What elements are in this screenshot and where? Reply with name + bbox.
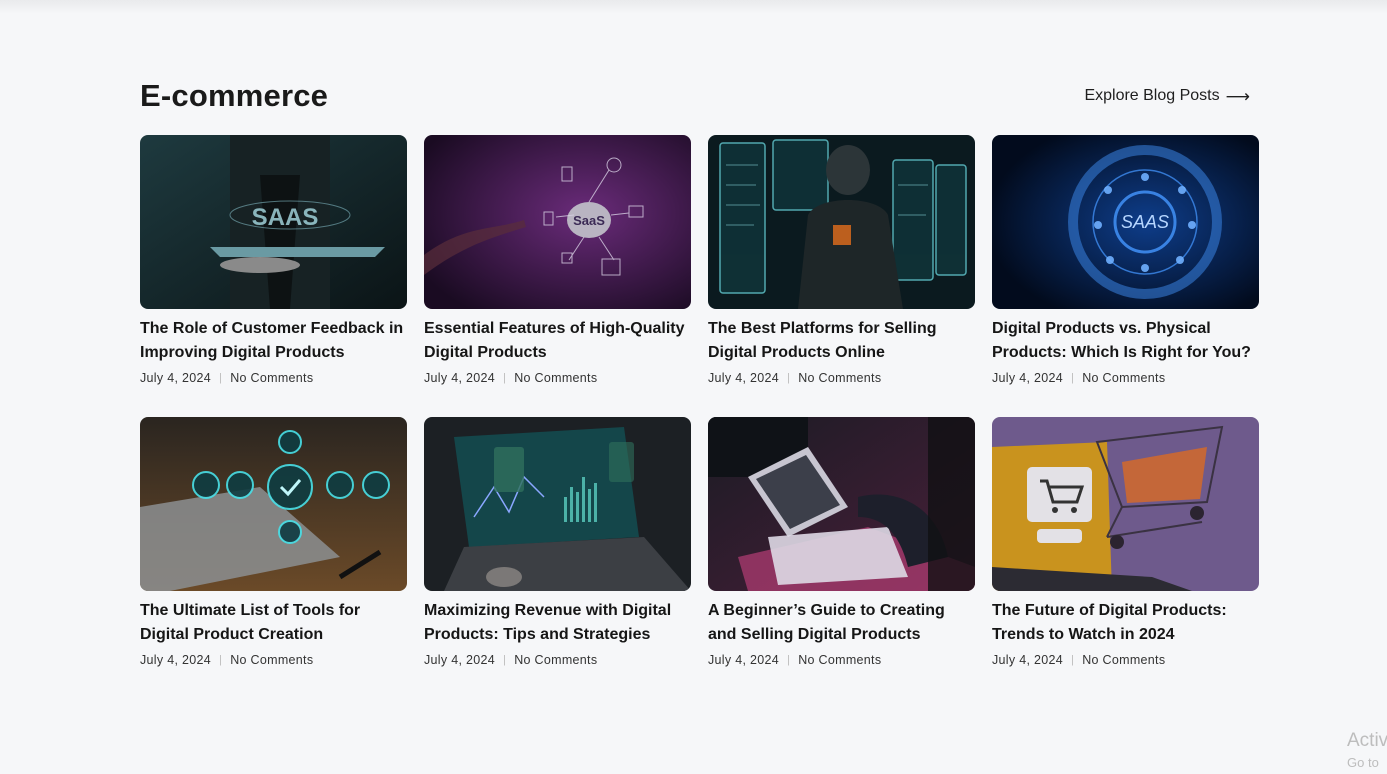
meta-separator: | [1071,654,1075,666]
post-card[interactable]: A Beginner’s Guide to Creating and Selli… [708,417,975,699]
watermark-line-2: Go to [1347,755,1379,770]
analytics-laptop-image [424,417,691,591]
laptop-tools-image [140,417,407,591]
post-comments-link[interactable]: No Comments [230,371,313,385]
post-card[interactable]: The Future of Digital Products: Trends t… [992,417,1259,699]
explore-link-label: Explore Blog Posts [1084,87,1220,104]
activation-watermark: Activ Go to [1347,730,1387,774]
post-title[interactable]: Essential Features of High-Quality Digit… [424,317,691,365]
saas-circle-image: SAAS [992,135,1259,309]
post-comments-link[interactable]: No Comments [798,653,881,667]
thumb-text: SAAS [1121,212,1169,232]
post-title[interactable]: Digital Products vs. Physical Products: … [992,317,1259,365]
post-grid: SAAS The Role of Customer Feedback in Im… [140,135,1259,699]
meta-separator: | [219,372,223,384]
post-meta: July 4, 2024 | No Comments [708,371,975,385]
post-thumbnail[interactable] [140,417,407,591]
post-comments-link[interactable]: No Comments [230,653,313,667]
post-thumbnail[interactable] [424,417,691,591]
meta-separator: | [1071,372,1075,384]
meta-separator: | [503,654,507,666]
section-header: E-commerce Explore Blog Posts ⟶ [140,78,1260,126]
meta-separator: | [787,372,791,384]
post-card[interactable]: SAAS Digital Products vs. Physical Produ… [992,135,1259,417]
post-comments-link[interactable]: No Comments [1082,653,1165,667]
post-card[interactable]: The Best Platforms for Selling Digital P… [708,135,975,417]
thumb-text: SAAS [252,204,319,231]
robot-screens-image [708,135,975,309]
explore-blog-posts-link[interactable]: Explore Blog Posts ⟶ [1084,87,1250,105]
post-title[interactable]: The Best Platforms for Selling Digital P… [708,317,975,365]
desk-tablet-image [708,417,975,591]
post-thumbnail[interactable] [992,417,1259,591]
post-date: July 4, 2024 [424,653,496,667]
arrow-right-icon: ⟶ [1225,86,1250,106]
post-comments-link[interactable]: No Comments [514,653,597,667]
post-card[interactable]: SaaS Essential Features of High-Quality … [424,135,691,417]
header-shadow [0,0,1387,14]
saas-tablet-image: SAAS [140,135,407,309]
watermark-line-1: Activ [1347,730,1387,751]
post-meta: July 4, 2024 | No Comments [140,653,407,667]
post-title[interactable]: The Role of Customer Feedback in Improvi… [140,317,407,365]
post-date: July 4, 2024 [424,371,496,385]
thumb-text: SaaS [573,213,605,228]
post-thumbnail[interactable]: SaaS [424,135,691,309]
post-thumbnail[interactable] [708,135,975,309]
post-date: July 4, 2024 [992,371,1064,385]
post-meta: July 4, 2024 | No Comments [140,371,407,385]
post-card[interactable]: Maximizing Revenue with Digital Products… [424,417,691,699]
post-thumbnail[interactable]: SAAS [140,135,407,309]
meta-separator: | [787,654,791,666]
post-title[interactable]: Maximizing Revenue with Digital Products… [424,599,691,647]
meta-separator: | [219,654,223,666]
post-date: July 4, 2024 [140,653,212,667]
post-meta: July 4, 2024 | No Comments [424,371,691,385]
meta-separator: | [503,372,507,384]
post-card[interactable]: SAAS The Role of Customer Feedback in Im… [140,135,407,417]
post-card[interactable]: The Ultimate List of Tools for Digital P… [140,417,407,699]
post-date: July 4, 2024 [992,653,1064,667]
post-thumbnail[interactable] [708,417,975,591]
post-title[interactable]: The Ultimate List of Tools for Digital P… [140,599,407,647]
post-meta: July 4, 2024 | No Comments [708,653,975,667]
post-date: July 4, 2024 [708,371,780,385]
post-comments-link[interactable]: No Comments [798,371,881,385]
post-date: July 4, 2024 [140,371,212,385]
post-date: July 4, 2024 [708,653,780,667]
post-title[interactable]: The Future of Digital Products: Trends t… [992,599,1259,647]
shopping-cart-laptop-image [992,417,1259,591]
post-meta: July 4, 2024 | No Comments [992,371,1259,385]
post-comments-link[interactable]: No Comments [514,371,597,385]
post-comments-link[interactable]: No Comments [1082,371,1165,385]
post-thumbnail[interactable]: SAAS [992,135,1259,309]
section-title: E-commerce [140,78,329,113]
post-meta: July 4, 2024 | No Comments [424,653,691,667]
post-title[interactable]: A Beginner’s Guide to Creating and Selli… [708,599,975,647]
post-meta: July 4, 2024 | No Comments [992,653,1259,667]
saas-cloud-image: SaaS [424,135,691,309]
ecommerce-section: E-commerce Explore Blog Posts ⟶ SAAS The… [140,78,1260,667]
